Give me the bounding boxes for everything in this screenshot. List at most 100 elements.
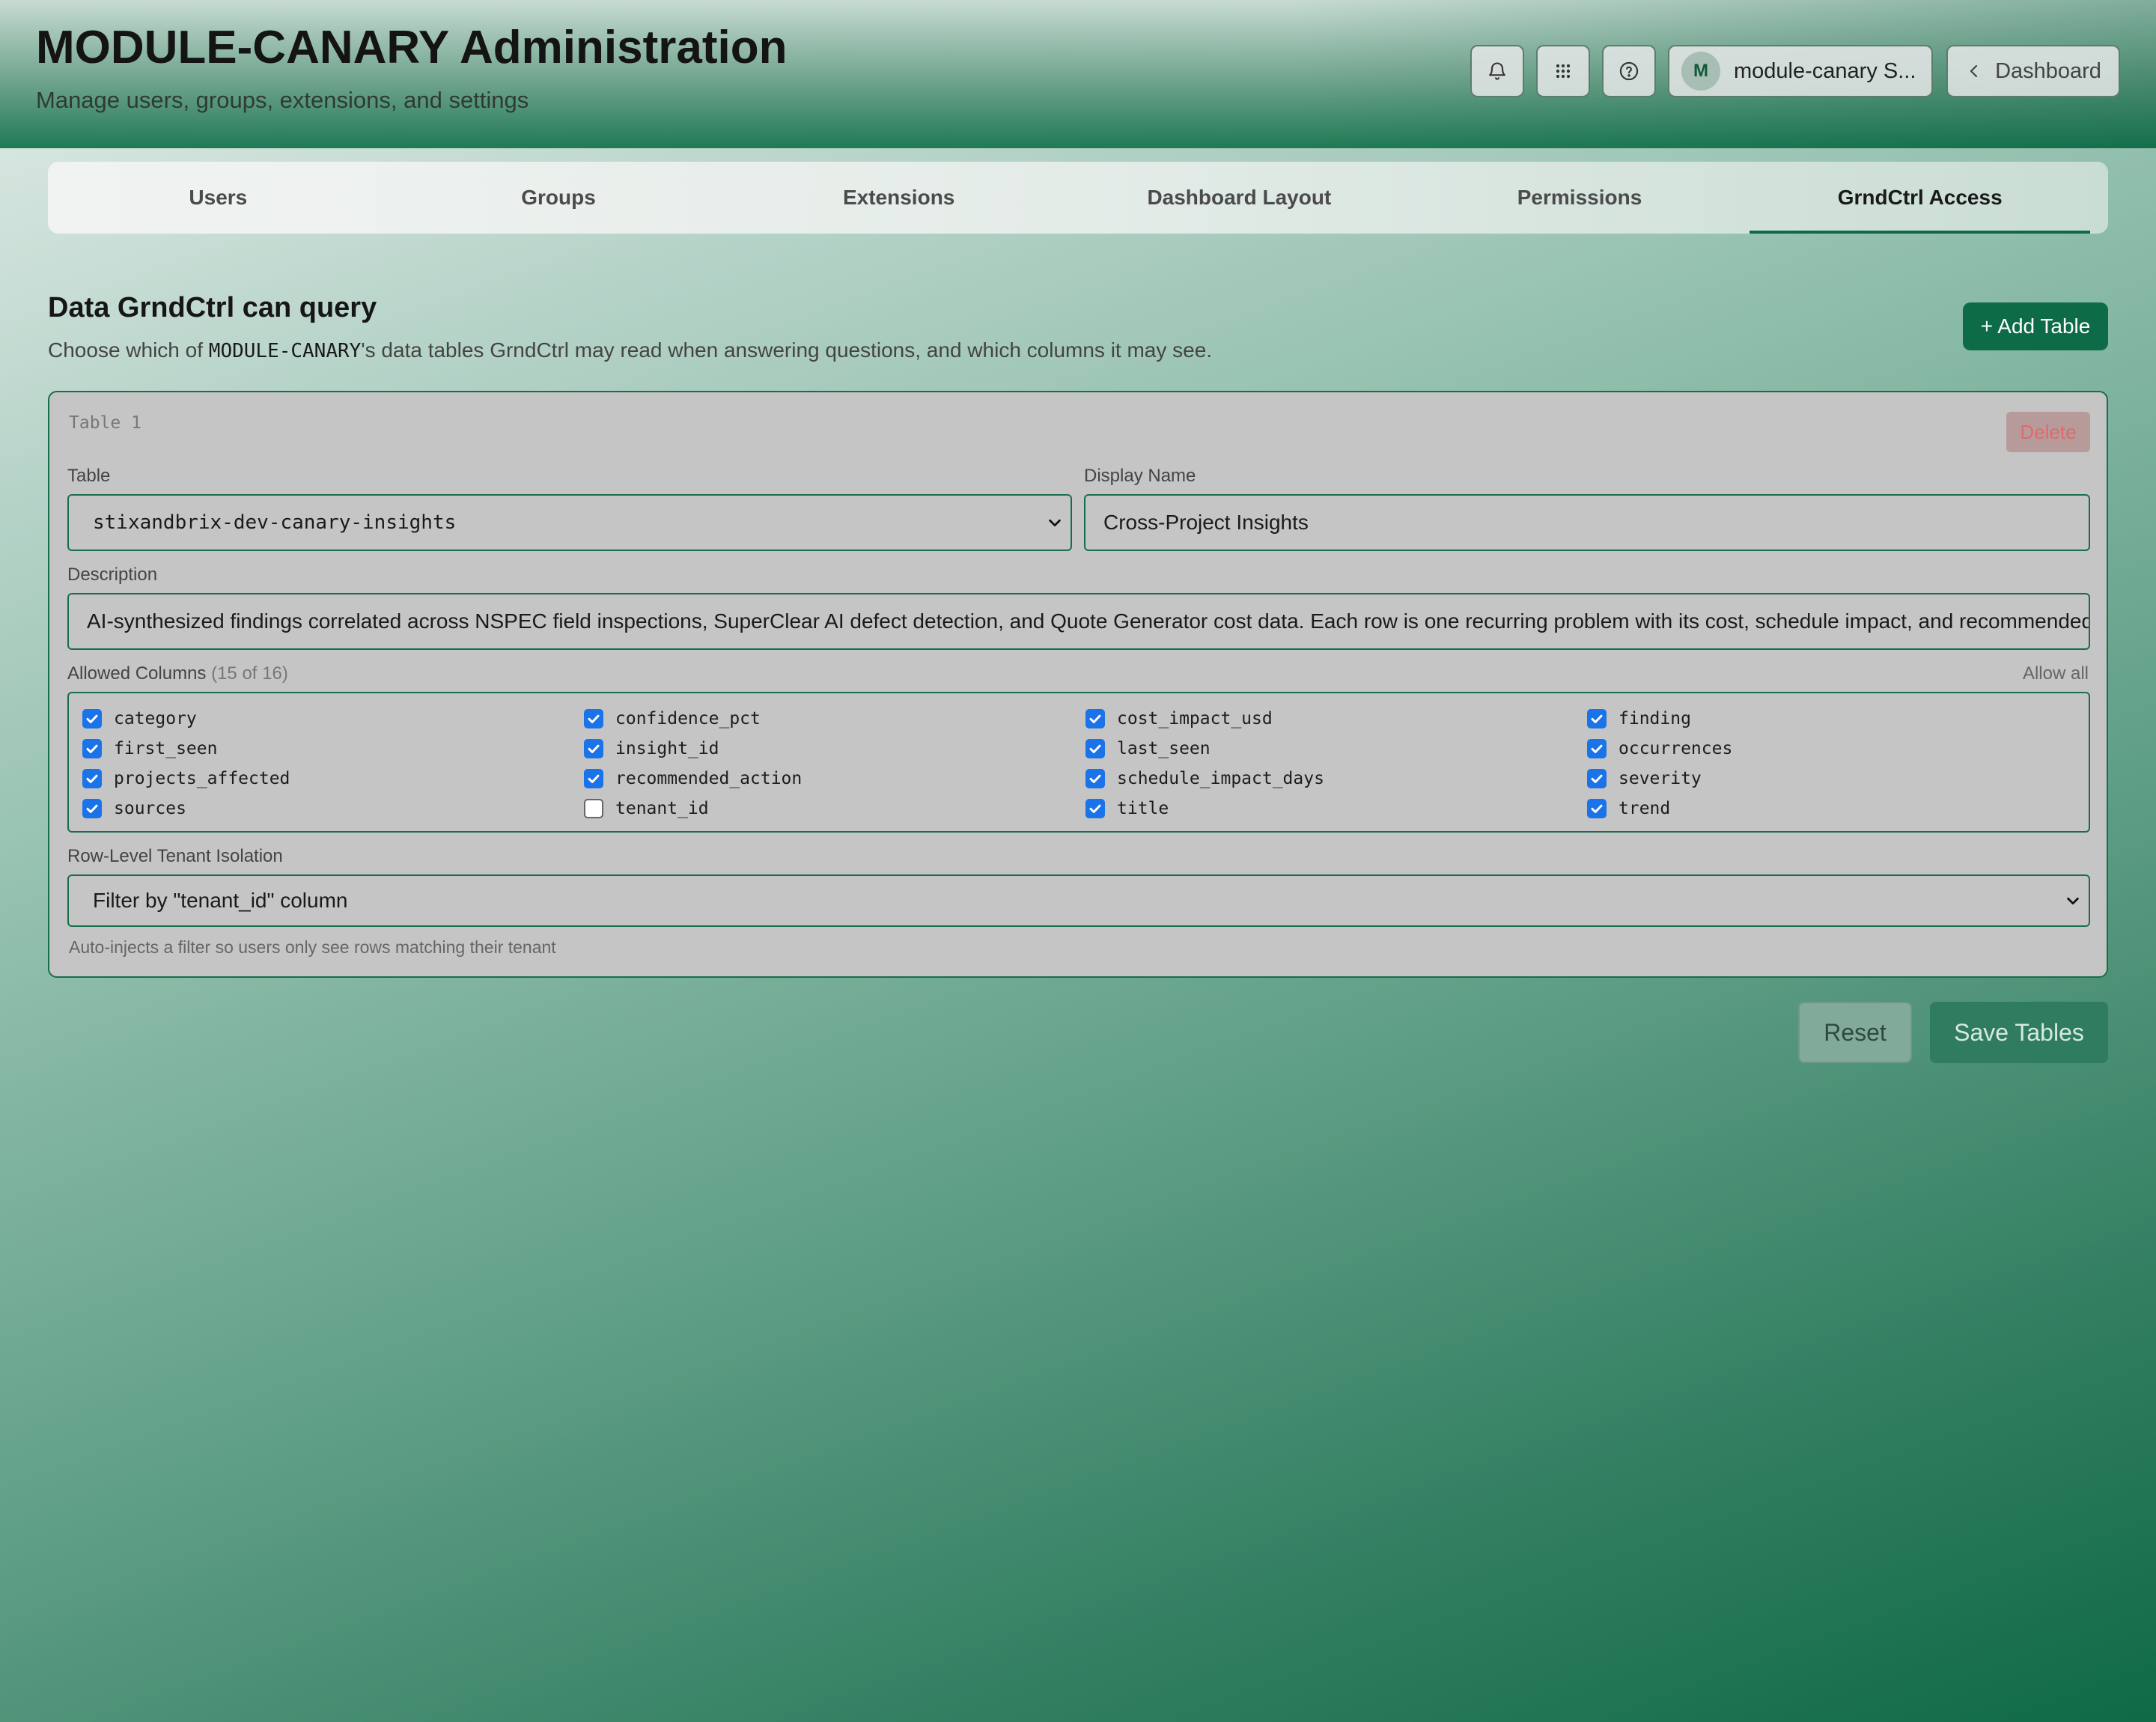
column-item[interactable]: sources xyxy=(82,794,584,824)
table-field-label: Table xyxy=(67,466,111,486)
checkbox-unchecked[interactable] xyxy=(584,799,603,818)
checkbox-checked[interactable] xyxy=(1587,769,1607,788)
add-table-button[interactable]: + Add Table xyxy=(1963,302,2108,350)
tab-groups[interactable]: Groups xyxy=(389,162,729,234)
isolation-hint: Auto-injects a filter so users only see … xyxy=(69,937,556,957)
save-tables-button[interactable]: Save Tables xyxy=(1930,1002,2108,1063)
check-icon xyxy=(588,774,600,783)
tab-extensions[interactable]: Extensions xyxy=(728,162,1069,234)
checkbox-checked[interactable] xyxy=(1587,799,1607,818)
column-item[interactable]: confidence_pct xyxy=(584,704,1085,734)
check-icon xyxy=(1089,744,1101,753)
tab-grndctrl-access[interactable]: GrndCtrl Access xyxy=(1750,162,2090,234)
column-item[interactable]: title xyxy=(1085,794,1587,824)
column-name: trend xyxy=(1618,799,1671,818)
column-item[interactable]: category xyxy=(82,704,584,734)
column-name: first_seen xyxy=(114,739,218,758)
apps-button[interactable] xyxy=(1536,45,1590,97)
check-icon xyxy=(86,744,98,753)
column-name: occurrences xyxy=(1618,739,1733,758)
table-select[interactable]: stixandbrix-dev-canary-insights xyxy=(67,494,1072,551)
column-item[interactable]: insight_id xyxy=(584,734,1085,764)
checkbox-checked[interactable] xyxy=(82,769,102,788)
column-item[interactable]: tenant_id xyxy=(584,794,1085,824)
column-name: projects_affected xyxy=(114,769,290,788)
column-item[interactable]: occurrences xyxy=(1587,734,2089,764)
tab-bar: Users Groups Extensions Dashboard Layout… xyxy=(48,162,2108,234)
isolation-select[interactable]: Filter by "tenant_id" column xyxy=(67,874,2090,927)
column-name: recommended_action xyxy=(615,769,803,788)
module-name-code: MODULE-CANARY xyxy=(208,340,362,362)
bell-icon xyxy=(1489,62,1505,80)
column-item[interactable]: first_seen xyxy=(82,734,584,764)
checkbox-checked[interactable] xyxy=(584,709,603,728)
dashboard-button[interactable]: Dashboard xyxy=(1946,45,2120,97)
column-name: insight_id xyxy=(615,739,719,758)
column-name: category xyxy=(114,709,197,728)
tab-users[interactable]: Users xyxy=(48,162,389,234)
checkbox-checked[interactable] xyxy=(1587,739,1607,758)
column-name: confidence_pct xyxy=(615,709,761,728)
column-item[interactable]: projects_affected xyxy=(82,764,584,794)
checkbox-checked[interactable] xyxy=(82,739,102,758)
chevron-left-icon xyxy=(1970,64,1978,78)
help-icon xyxy=(1619,61,1639,81)
check-icon xyxy=(86,774,98,783)
check-icon xyxy=(1591,804,1603,813)
user-menu-button[interactable]: M module-canary S... xyxy=(1668,45,1933,97)
column-name: sources xyxy=(114,799,186,818)
notifications-button[interactable] xyxy=(1470,45,1524,97)
grid-icon xyxy=(1556,64,1571,79)
isolation-label: Row-Level Tenant Isolation xyxy=(67,846,283,866)
column-item[interactable]: trend xyxy=(1587,794,2089,824)
column-item[interactable]: schedule_impact_days xyxy=(1085,764,1587,794)
checkbox-checked[interactable] xyxy=(82,799,102,818)
display-name-label: Display Name xyxy=(1084,466,1196,486)
description-label: Description xyxy=(67,565,158,585)
column-name: cost_impact_usd xyxy=(1117,709,1273,728)
user-name: module-canary S... xyxy=(1734,58,1916,83)
check-icon xyxy=(86,714,98,723)
section-description: Choose which of MODULE-CANARY's data tab… xyxy=(48,338,1213,362)
checkbox-checked[interactable] xyxy=(584,739,603,758)
checkbox-checked[interactable] xyxy=(584,769,603,788)
page-subtitle: Manage users, groups, extensions, and se… xyxy=(36,87,529,113)
column-item[interactable]: cost_impact_usd xyxy=(1085,704,1587,734)
table-card-label: Table 1 xyxy=(69,413,141,433)
column-item[interactable]: recommended_action xyxy=(584,764,1085,794)
column-item[interactable]: last_seen xyxy=(1085,734,1587,764)
chevron-down-icon xyxy=(1049,519,1061,527)
allow-all-link[interactable]: Allow all xyxy=(2023,663,2089,684)
check-icon xyxy=(588,744,600,753)
tab-dashboard-layout[interactable]: Dashboard Layout xyxy=(1069,162,1410,234)
dashboard-label: Dashboard xyxy=(1995,58,2101,83)
reset-button[interactable]: Reset xyxy=(1798,1002,1912,1063)
delete-table-button[interactable]: Delete xyxy=(2006,412,2090,452)
chevron-down-icon xyxy=(2067,897,2079,905)
check-icon xyxy=(1591,714,1603,723)
column-item[interactable]: finding xyxy=(1587,704,2089,734)
column-name: tenant_id xyxy=(615,799,709,818)
checkbox-checked[interactable] xyxy=(1085,739,1105,758)
column-name: last_seen xyxy=(1117,739,1211,758)
checkbox-checked[interactable] xyxy=(1085,799,1105,818)
check-icon xyxy=(1089,714,1101,723)
check-icon xyxy=(1089,774,1101,783)
column-name: schedule_impact_days xyxy=(1117,769,1324,788)
column-item[interactable]: severity xyxy=(1587,764,2089,794)
column-name: severity xyxy=(1618,769,1702,788)
checkbox-checked[interactable] xyxy=(82,709,102,728)
description-value: AI-synthesized findings correlated acros… xyxy=(87,609,2089,633)
checkbox-checked[interactable] xyxy=(1085,709,1105,728)
checkbox-checked[interactable] xyxy=(1085,769,1105,788)
help-button[interactable] xyxy=(1602,45,1656,97)
checkbox-checked[interactable] xyxy=(1587,709,1607,728)
check-icon xyxy=(1089,804,1101,813)
display-name-input[interactable]: Cross-Project Insights xyxy=(1084,494,2090,551)
allowed-columns-label: Allowed Columns (15 of 16) xyxy=(67,663,288,684)
table-select-value: stixandbrix-dev-canary-insights xyxy=(93,511,457,534)
tab-permissions[interactable]: Permissions xyxy=(1410,162,1750,234)
check-icon xyxy=(1591,774,1603,783)
allowed-columns-list: category confidence_pct cost_impact_usd fin… xyxy=(67,692,2090,833)
description-input[interactable]: AI-synthesized findings correlated acros… xyxy=(67,593,2090,650)
